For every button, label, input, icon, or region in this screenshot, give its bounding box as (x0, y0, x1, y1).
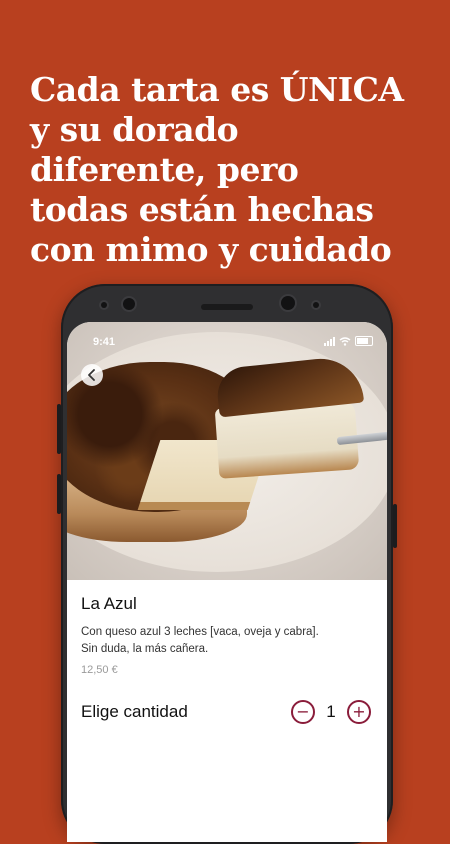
headline-line-2: y su dorado (30, 110, 239, 149)
promo-headline: Cada tarta es ÚNICA y su dorado diferent… (30, 70, 440, 270)
wifi-icon (339, 337, 351, 346)
back-button[interactable] (81, 364, 103, 386)
product-description: Con queso azul 3 leches [vaca, oveja y c… (81, 626, 319, 655)
product-name: La Azul (81, 594, 137, 613)
headline-line-1: Cada tarta es ÚNICA (30, 70, 404, 109)
minus-icon: − (296, 702, 310, 721)
headline-line-4: todas están hechas (30, 190, 374, 229)
phone-volume-button (57, 404, 61, 454)
product-photo: 9:41 (67, 322, 387, 580)
battery-icon (355, 336, 373, 346)
quantity-label: Elige cantidad (81, 702, 188, 721)
product-price: 12,50 € (81, 664, 118, 676)
chevron-left-icon (88, 369, 95, 381)
phone-sensor-icon (101, 302, 107, 308)
phone-power-button (393, 504, 397, 548)
decrease-quantity-button[interactable]: − (291, 700, 315, 724)
status-time: 9:41 (93, 336, 116, 348)
headline-line-3: diferente, pero (30, 150, 299, 189)
phone-speaker (201, 304, 253, 310)
plus-icon: + (352, 702, 366, 721)
signal-icon (324, 337, 335, 346)
phone-mockup: 9:41 La Azul Con queso azul 3 leches [va… (57, 284, 397, 844)
headline-line-5: con mimo y cuidado (30, 230, 392, 269)
status-icons (324, 336, 373, 346)
quantity-stepper: − 1 + (291, 700, 371, 724)
phone-bixby-button (57, 474, 61, 514)
phone-front-camera-icon (281, 296, 295, 310)
phone-camera-icon (123, 298, 135, 310)
phone-sensor-right-icon (313, 302, 319, 308)
quantity-value: 1 (326, 702, 336, 721)
increase-quantity-button[interactable]: + (347, 700, 371, 724)
app-screen: 9:41 La Azul Con queso azul 3 leches [va… (67, 322, 387, 842)
